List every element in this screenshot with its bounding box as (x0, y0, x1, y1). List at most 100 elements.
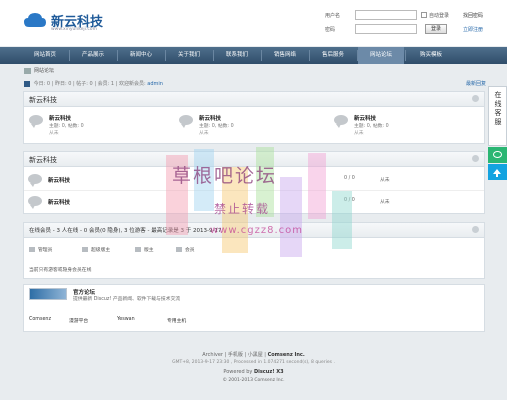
back-to-top-button[interactable] (488, 164, 507, 180)
main-nav: 网站首页 产品展示 新闻中心 关于我们 联系我们 销售网络 售后服务 网站论坛 … (0, 47, 507, 64)
nav-item-sales[interactable]: 销售网络 (262, 47, 308, 64)
forum-row: 新云科技 0 / 0 从未 (24, 169, 484, 191)
forum-bubble-icon (179, 115, 193, 128)
nav-item-about[interactable]: 关于我们 (166, 47, 212, 64)
online-service-label: 在线客服 (494, 91, 502, 126)
legend-mod: 版主 (135, 246, 154, 253)
forum-bubble-icon (29, 115, 43, 128)
powered-prefix: Powered by (223, 369, 253, 375)
username-input[interactable] (355, 10, 417, 20)
forgot-password-link[interactable]: 找回密码 (463, 12, 483, 19)
breadcrumb: 网站论坛 (24, 67, 54, 74)
forum-last-post: 从未 (354, 131, 364, 136)
username-label: 用户名 (325, 13, 341, 19)
forum-name-link[interactable]: 新云科技 (354, 114, 376, 122)
forum-last-post: 从未 (380, 178, 390, 183)
welcome-prefix: 欢迎新会员: (118, 81, 146, 87)
chart-icon (24, 80, 30, 87)
forum-category-2: 新云科技 新云科技 0 / 0 从未 新云科技 0 / 0 从未 (23, 151, 485, 214)
nav-item-forum[interactable]: 网站论坛 (358, 47, 404, 64)
user-group-icon (135, 247, 141, 252)
friend-link[interactable]: 漫游平台 (69, 317, 88, 324)
forum-bubble-icon (334, 115, 348, 128)
friend-link[interactable]: 专用主机 (167, 317, 186, 324)
newest-member-link[interactable]: admin (147, 81, 163, 87)
stat-today: 今日: 0 (33, 81, 51, 87)
collapse-icon[interactable] (472, 226, 479, 233)
stat-posts: 帖子: 0 (76, 81, 93, 87)
forum-stats: 今日: 0 | 昨日: 0 | 帖子: 0 | 会员: 1 | 欢迎新会员: a… (24, 80, 163, 87)
legend-super-mod: 超级版主 (82, 246, 110, 253)
nav-item-home[interactable]: 网站首页 (22, 47, 68, 64)
footer-gmt: GMT+8, 2013-9-17 23:30 , Processed in 1.… (172, 360, 335, 365)
online-summary[interactable]: 在线会员 - 3 人在线 - 0 会员(0 隐身), 3 位游客 - 最高记录是… (29, 226, 223, 234)
auto-login-label: 自动登录 (429, 13, 450, 19)
legend-member: 会员 (176, 246, 195, 253)
user-group-icon (82, 247, 88, 252)
friend-links-panel: 官方论坛 提供最新 Discuz! 产品新闻、软件下载与技术交流 Comsenz… (23, 284, 485, 332)
forum-card: 新云科技 主题: 0, 帖数: 0 从未 (179, 113, 319, 143)
site-logo[interactable]: 新云科技 www.xinyunkeji.com (24, 8, 134, 36)
user-group-icon (176, 247, 182, 252)
login-form: 用户名 自动登录 找回密码 密码 登录 立即注册 (325, 10, 495, 36)
chat-button[interactable] (488, 147, 507, 163)
online-service-tab[interactable]: 在线客服 (488, 86, 507, 146)
footer-links: Archiver | 手机版 | 小黑屋 | Comsenz Inc. (0, 351, 507, 358)
forum-name-link[interactable]: 新云科技 (48, 198, 70, 206)
footer-powered: Powered by Discuz! X3 (0, 369, 507, 375)
forum-stat: 主题: 0, 帖数: 0 (49, 124, 84, 129)
forum-stat: 主题: 0, 帖数: 0 (354, 124, 389, 129)
site-footer: Archiver | 手机版 | 小黑屋 | Comsenz Inc. GMT+… (0, 341, 507, 400)
forum-row: 新云科技 0 / 0 从未 (24, 191, 484, 213)
auto-login-checkbox[interactable] (421, 12, 427, 18)
online-members-panel: 在线会员 - 3 人在线 - 0 会员(0 隐身), 3 位游客 - 最高记录是… (23, 222, 485, 279)
forum-last-post: 从未 (199, 131, 209, 136)
nav-item-news[interactable]: 新闻中心 (118, 47, 164, 64)
stat-members: 会员: 1 (97, 81, 115, 87)
collapse-icon[interactable] (472, 155, 479, 162)
friend-site-desc: 提供最新 Discuz! 产品新闻、软件下载与技术交流 (73, 297, 181, 302)
register-link[interactable]: 立即注册 (463, 26, 483, 33)
forum-name-link[interactable]: 新云科技 (48, 176, 70, 184)
category-title[interactable]: 新云科技 (29, 155, 57, 165)
forum-category-1: 新云科技 新云科技 主题: 0, 帖数: 0 从未 新云科技 主题: 0, 帖数… (23, 91, 485, 144)
forum-stat: 主题: 0, 帖数: 0 (199, 124, 234, 129)
online-header: 在线会员 - 3 人在线 - 0 会员(0 隐身), 3 位游客 - 最高记录是… (24, 223, 484, 238)
online-note: 当前只有游客或隐身会员在线 (29, 268, 92, 273)
footer-copyright: © 2001-2013 Comsenz Inc. (222, 378, 285, 383)
nav-item-buy-template[interactable]: 购买模板 (406, 47, 456, 64)
discuz-logo-image[interactable] (29, 288, 67, 300)
collapse-icon[interactable] (472, 95, 479, 102)
arrow-up-icon (493, 169, 501, 177)
friend-link[interactable]: Comsenz (29, 317, 51, 322)
forum-name-link[interactable]: 新云科技 (199, 114, 221, 122)
nav-item-products[interactable]: 产品展示 (70, 47, 116, 64)
home-icon[interactable] (24, 67, 31, 74)
forum-count: 0 / 0 (344, 176, 355, 181)
footer-company[interactable]: Comsenz Inc. (268, 352, 305, 358)
stat-yesterday: 昨日: 0 (54, 81, 72, 87)
password-label: 密码 (325, 27, 336, 33)
forum-bubble-icon (28, 174, 42, 187)
logo-url: www.xinyunkeji.com (51, 27, 97, 32)
forum-name-link[interactable]: 新云科技 (49, 114, 71, 122)
forum-last-post: 从未 (380, 200, 390, 205)
latest-reply-link[interactable]: 最新回复 (466, 80, 486, 87)
forum-card: 新云科技 主题: 0, 帖数: 0 从未 (29, 113, 169, 143)
friend-link[interactable]: Yeswan (117, 317, 135, 322)
nav-item-contact[interactable]: 联系我们 (214, 47, 260, 64)
password-input[interactable] (355, 24, 417, 34)
legend-admin: 管理员 (29, 246, 52, 253)
chat-icon (493, 151, 502, 158)
nav-item-service[interactable]: 售后服务 (310, 47, 356, 64)
footer-nav-links[interactable]: Archiver | 手机版 | 小黑屋 | (202, 352, 266, 358)
forum-last-post: 从未 (49, 131, 59, 136)
category-header: 新云科技 (24, 152, 484, 167)
user-group-icon (29, 247, 35, 252)
category-header: 新云科技 (24, 92, 484, 107)
powered-brand[interactable]: Discuz! X3 (254, 369, 284, 375)
cloud-icon (24, 13, 46, 27)
category-title[interactable]: 新云科技 (29, 95, 57, 105)
breadcrumb-forum[interactable]: 网站论坛 (34, 68, 54, 74)
login-button[interactable]: 登录 (425, 24, 447, 34)
